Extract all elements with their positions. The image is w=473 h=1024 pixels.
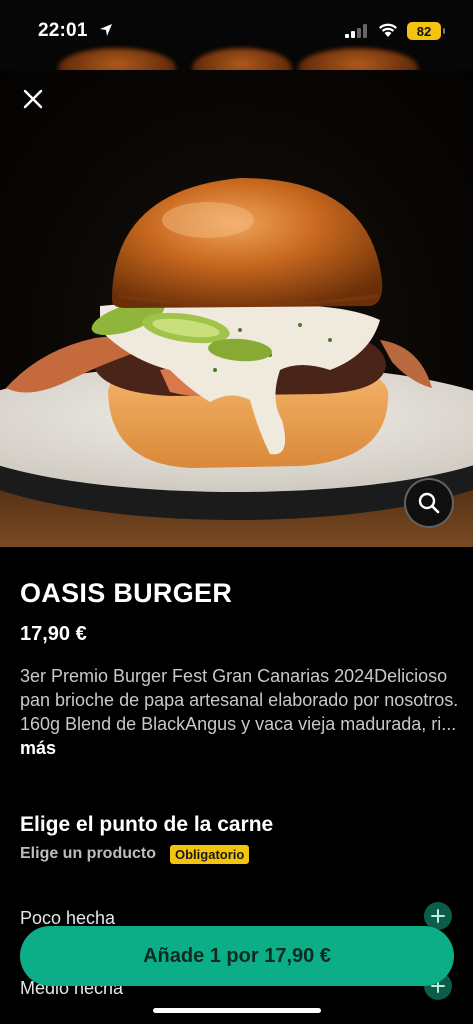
wifi-icon [379,23,397,37]
burger-illustration [0,178,473,547]
battery-indicator: 82 [407,22,445,40]
close-button[interactable] [18,84,48,114]
required-badge-label: Obligatorio [175,847,245,862]
add-to-order-button[interactable]: Añade 1 por 17,90 € [20,926,454,986]
battery-level: 82 [416,23,432,39]
status-bar: 22:01 82 [0,0,473,64]
more-link[interactable]: más [20,738,56,758]
location-arrow-icon [100,24,112,36]
options-section-subtitle: Elige un producto [20,845,156,862]
home-indicator[interactable] [153,1008,321,1013]
add-to-order-label: Añade 1 por 17,90 € [143,944,331,967]
status-time: 22:01 [38,20,88,41]
required-badge: Obligatorio [170,845,250,864]
plus-icon [431,909,445,923]
search-icon [418,492,440,514]
options-section-title: Elige el punto de la carne [20,813,274,836]
zoom-image-button[interactable] [404,478,454,528]
product-image [0,70,473,547]
close-icon [23,89,43,109]
product-price: 17,90 € [20,623,87,645]
product-description: 3er Premio Burger Fest Gran Canarias 202… [20,664,460,760]
product-description-text: 3er Premio Burger Fest Gran Canarias 202… [20,666,459,734]
product-title: OASIS BURGER [20,578,233,608]
cellular-signal-icon [345,24,367,38]
